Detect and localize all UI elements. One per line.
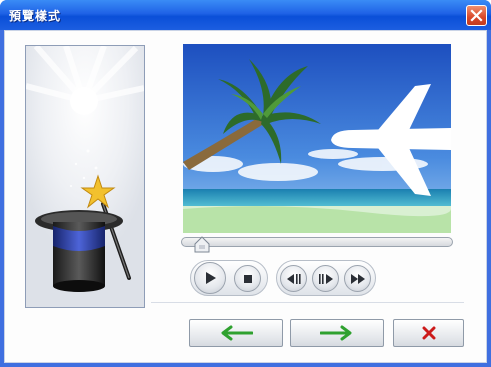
stop-button[interactable] (234, 265, 261, 292)
frame-forward-icon (318, 273, 333, 284)
title-bar[interactable]: 預覽樣式 (0, 0, 491, 30)
magic-hat-icon (26, 46, 144, 307)
next-button[interactable] (290, 319, 384, 347)
seek-thumb[interactable] (194, 236, 210, 253)
frame-forward-button[interactable] (312, 265, 339, 292)
magic-hat-panel (25, 45, 145, 308)
frame-back-button[interactable] (280, 265, 307, 292)
play-button[interactable] (194, 262, 226, 294)
fast-forward-button[interactable] (344, 265, 371, 292)
close-button[interactable] (466, 5, 487, 26)
divider (151, 302, 464, 303)
left-arrow-icon (221, 325, 253, 341)
cancel-button[interactable] (393, 319, 464, 347)
window-title: 預覽樣式 (9, 9, 62, 23)
cancel-x-icon (422, 326, 435, 340)
right-arrow-icon (320, 325, 352, 341)
preview-style-dialog: 預覽樣式 (0, 0, 491, 367)
back-button[interactable] (189, 319, 283, 347)
preview-image (183, 44, 451, 233)
seek-bar[interactable] (181, 237, 453, 247)
close-icon (470, 9, 483, 22)
play-icon (206, 272, 216, 284)
frame-back-icon (286, 273, 301, 284)
fast-forward-icon (350, 273, 365, 284)
stop-icon (243, 274, 252, 283)
